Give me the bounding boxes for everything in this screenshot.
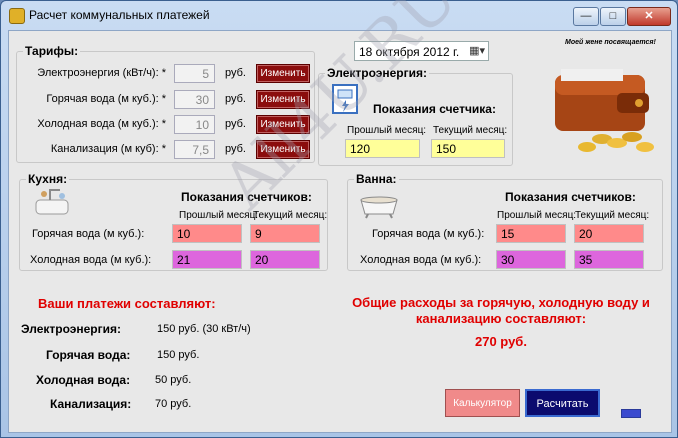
bath-cold-label: Холодная вода (м куб.):: [360, 254, 482, 266]
title-bar: Расчет коммунальных платежей — □ ✕: [1, 1, 677, 29]
bath-hot-curr-field[interactable]: 20: [574, 224, 644, 243]
kitchen-title: Кухня:: [26, 172, 70, 186]
payment-electricity-value: 150 руб. (30 кВт/ч): [157, 323, 251, 335]
small-blue-control[interactable]: [621, 409, 641, 418]
tariff-cold-water-unit: руб.: [225, 118, 246, 130]
electricity-curr-field[interactable]: 150: [431, 139, 505, 158]
tariff-hot-water-field[interactable]: 30: [174, 90, 215, 109]
tariff-cold-water-field[interactable]: 10: [174, 115, 215, 134]
tariff-electricity-label: Электроэнергия (кВт/ч): *: [37, 67, 166, 79]
calendar-icon[interactable]: ▦▾: [469, 44, 485, 57]
close-button[interactable]: ✕: [627, 7, 671, 26]
tariffs-title: Тарифы:: [23, 44, 81, 58]
tariff-electricity-field[interactable]: 5: [174, 64, 215, 83]
payments-title: Ваши платежи составляют:: [38, 296, 216, 311]
bath-prev-label: Прошлый месяц:: [497, 210, 577, 221]
window-title: Расчет коммунальных платежей: [29, 8, 210, 22]
dedication-text: Моей жене посвящается!: [565, 39, 656, 46]
payment-cold-water-value: 50 руб.: [155, 374, 192, 386]
bath-cold-prev-field[interactable]: 30: [496, 250, 566, 269]
payment-electricity-label: Электроэнергия:: [21, 322, 122, 336]
electricity-heading: Показания счетчика:: [373, 102, 496, 116]
bath-title: Ванна:: [354, 172, 399, 186]
wallet-image: [547, 55, 657, 155]
electricity-curr-label: Текущий месяц:: [433, 125, 508, 136]
tariff-hot-water-label: Горячая вода (м куб.): *: [46, 93, 166, 105]
bath-hot-label: Горячая вода (м куб.):: [372, 228, 485, 240]
bath-hot-prev-field[interactable]: 15: [496, 224, 566, 243]
client-area: Тарифы: Электроэнергия (кВт/ч): * 5 руб.…: [8, 0, 672, 433]
kitchen-hot-label: Горячая вода (м куб.):: [32, 228, 145, 240]
tariff-sewage-label: Канализация (м куб): *: [50, 143, 166, 155]
kitchen-sink-image: [32, 186, 72, 221]
kitchen-hot-curr-field[interactable]: 9: [250, 224, 320, 243]
app-window: Расчет коммунальных платежей — □ ✕ Тариф…: [0, 0, 678, 438]
minimize-button[interactable]: —: [573, 7, 599, 26]
bath-heading: Показания счетчиков:: [505, 190, 636, 204]
bath-group: Ванна: Показания счетчиков: Прошлый меся…: [347, 172, 663, 271]
electricity-prev-label: Прошлый месяц:: [347, 125, 427, 136]
payment-hot-water-label: Горячая вода:: [46, 348, 131, 362]
kitchen-cold-label: Холодная вода (м куб.):: [30, 254, 152, 266]
maximize-button[interactable]: □: [600, 7, 626, 26]
calculator-button[interactable]: Калькулятор: [445, 389, 520, 417]
bath-curr-label: Текущий месяц:: [575, 210, 650, 221]
payment-cold-water-label: Холодная вода:: [36, 373, 131, 387]
kitchen-cold-prev-field[interactable]: 21: [172, 250, 242, 269]
payment-sewage-label: Канализация:: [50, 397, 132, 411]
kitchen-cold-curr-field[interactable]: 20: [250, 250, 320, 269]
payment-hot-water-value: 150 руб.: [157, 349, 200, 361]
kitchen-hot-prev-field[interactable]: 10: [172, 224, 242, 243]
tariff-hot-water-unit: руб.: [225, 93, 246, 105]
electricity-prev-field[interactable]: 120: [345, 139, 420, 158]
total-text: Общие расходы за горячую, холодную воду …: [352, 295, 650, 326]
kitchen-prev-label: Прошлый месяц:: [179, 210, 259, 221]
tariff-sewage-field[interactable]: 7,5: [174, 140, 215, 159]
tariff-cold-water-label: Холодная вода (м куб.): *: [37, 118, 166, 130]
bath-cold-curr-field[interactable]: 35: [574, 250, 644, 269]
payment-sewage-value: 70 руб.: [155, 398, 192, 410]
app-icon: [9, 8, 25, 24]
tariff-electricity-unit: руб.: [225, 67, 246, 79]
bathtub-image: [358, 188, 400, 220]
total-value: 270 руб.: [475, 334, 527, 349]
calculate-button[interactable]: Расчитать: [525, 389, 600, 417]
